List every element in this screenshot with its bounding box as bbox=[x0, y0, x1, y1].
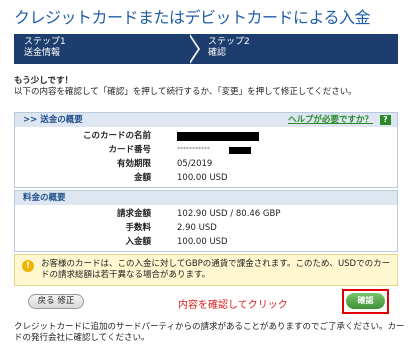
amount-value: 100.00 USD bbox=[177, 173, 228, 183]
card-name-redacted bbox=[177, 132, 259, 141]
transfer-summary-title: >> 送金の概要 bbox=[23, 115, 83, 125]
expiry-value: 05/2019 bbox=[177, 159, 213, 169]
currency-notice-text: お客様のカードは、この入金に対してGBPの通貨で課金されます。このため、USDで… bbox=[41, 259, 391, 280]
billing-amount-label: 請求金額 bbox=[116, 209, 151, 219]
card-number-row: カード番号 *********** bbox=[15, 143, 397, 157]
step-2: ステップ2 確認 bbox=[208, 37, 250, 59]
help-icon[interactable]: ? bbox=[380, 115, 391, 125]
transfer-summary-panel: >> 送金の概要 ヘルプが必要ですか？ ? このカードの名前 カード番号 ***… bbox=[14, 112, 398, 188]
deposit-amount-label: 入金額 bbox=[125, 237, 151, 247]
warning-icon: ! bbox=[22, 260, 34, 272]
step-indicator: ステップ1 送金情報 ステップ2 確認 bbox=[14, 34, 398, 64]
fee-label: 手数料 bbox=[125, 223, 151, 233]
expiry-row: 有効期限 05/2019 bbox=[15, 157, 397, 171]
fee-summary-header: 料金の概要 bbox=[15, 191, 397, 205]
amount-label: 金額 bbox=[133, 173, 151, 183]
fee-row: 手数料 2.90 USD bbox=[15, 221, 397, 235]
card-number-masked: *********** bbox=[177, 146, 210, 153]
expiry-label: 有効期限 bbox=[116, 159, 151, 169]
deposit-amount-value: 100.00 USD bbox=[177, 237, 228, 247]
intro-body: 以下の内容を確認して「確認」を押して続行するか、「変更」を押して修正してください… bbox=[14, 87, 357, 97]
step-1-subtitle: 送金情報 bbox=[24, 48, 61, 58]
back-edit-button[interactable]: 戻る 修正 bbox=[28, 294, 84, 309]
step-1-title: ステップ1 bbox=[24, 37, 66, 47]
step-2-title: ステップ2 bbox=[208, 37, 250, 47]
amount-row: 金額 100.00 USD bbox=[15, 171, 397, 185]
click-annotation: 内容を確認してクリック bbox=[178, 300, 288, 311]
confirm-button[interactable]: 確認 bbox=[346, 293, 385, 309]
intro-text: もう少しです！ 以下の内容を確認して「確認」を押して続行するか、「変更」を押して… bbox=[14, 76, 357, 98]
fee-value: 2.90 USD bbox=[177, 223, 217, 233]
billing-amount-row: 請求金額 102.90 USD / 80.46 GBP bbox=[15, 207, 397, 221]
card-number-redacted bbox=[229, 147, 251, 154]
step-separator-inner bbox=[188, 34, 198, 64]
card-name-row: このカードの名前 bbox=[15, 129, 397, 143]
help-link[interactable]: ヘルプが必要ですか？ bbox=[288, 113, 373, 127]
deposit-amount-row: 入金額 100.00 USD bbox=[15, 235, 397, 249]
billing-amount-value: 102.90 USD / 80.46 GBP bbox=[177, 209, 281, 219]
fee-summary-panel: 料金の概要 請求金額 102.90 USD / 80.46 GBP 手数料 2.… bbox=[14, 190, 398, 252]
card-name-label: このカードの名前 bbox=[82, 131, 151, 141]
card-number-label: カード番号 bbox=[108, 145, 151, 155]
intro-heading: もう少しです！ bbox=[14, 76, 73, 86]
step-1: ステップ1 送金情報 bbox=[24, 37, 66, 59]
currency-notice: ! お客様のカードは、この入金に対してGBPの通貨で課金されます。このため、US… bbox=[14, 254, 398, 286]
step-2-subtitle: 確認 bbox=[208, 48, 227, 58]
page-title: クレジットカードまたはデビットカードによる入金 bbox=[14, 8, 371, 27]
footer-note: クレジットカードに追加のサードパーティからの請求があることがありますのでご了承く… bbox=[14, 322, 405, 343]
transfer-summary-header: >> 送金の概要 ヘルプが必要ですか？ ? bbox=[15, 113, 397, 127]
